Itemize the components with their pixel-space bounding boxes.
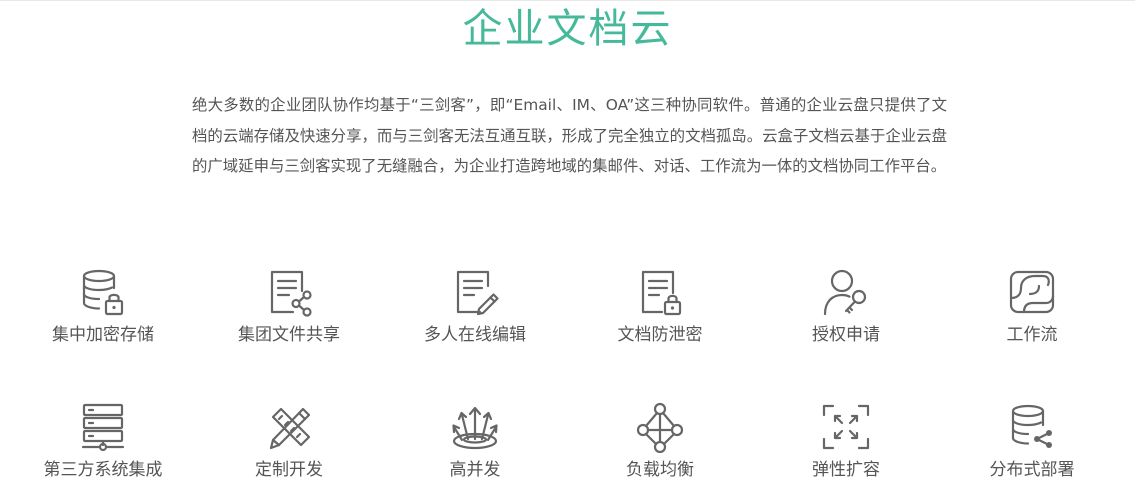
feature-item-file-sharing[interactable]: 集团文件共享 [199, 266, 379, 346]
feature-label: 定制开发 [255, 460, 323, 480]
feature-label: 集中加密存储 [52, 325, 154, 345]
workflow-icon [1006, 266, 1058, 318]
feature-label: 第三方系统集成 [43, 460, 163, 480]
database-lock-icon [77, 266, 129, 318]
load-balance-icon [634, 401, 686, 453]
feature-item-third-party-integration[interactable]: 第三方系统集成 [13, 401, 193, 481]
feature-item-elastic-scaling[interactable]: 弹性扩容 [756, 401, 936, 481]
user-key-icon [820, 266, 872, 318]
feature-label: 多人在线编辑 [424, 325, 526, 345]
feature-item-encrypted-storage[interactable]: 集中加密存储 [13, 266, 193, 346]
feature-label: 授权申请 [812, 325, 880, 345]
document-lock-icon [634, 266, 686, 318]
feature-label: 工作流 [1006, 325, 1058, 345]
feature-label: 集团文件共享 [238, 325, 340, 345]
feature-grid: 集中加密存储 集团文件共享 多人在线编辑 文档防泄密 授权申请 工作流 第三方系… [0, 0, 1135, 496]
feature-item-authorization[interactable]: 授权申请 [756, 266, 936, 346]
feature-item-high-concurrency[interactable]: 高并发 [385, 401, 565, 481]
feature-item-online-editing[interactable]: 多人在线编辑 [385, 266, 565, 346]
feature-label: 分布式部署 [989, 460, 1075, 480]
feature-item-distributed-deployment[interactable]: 分布式部署 [942, 401, 1122, 481]
server-stack-icon [77, 401, 129, 453]
feature-label: 负载均衡 [626, 460, 694, 480]
feature-item-workflow[interactable]: 工作流 [942, 266, 1122, 346]
document-edit-icon [449, 266, 501, 318]
feature-label: 高并发 [449, 460, 501, 480]
feature-item-load-balancing[interactable]: 负载均衡 [570, 401, 750, 481]
feature-label: 文档防泄密 [617, 325, 703, 345]
database-share-icon [1006, 401, 1058, 453]
feature-item-leak-prevention[interactable]: 文档防泄密 [570, 266, 750, 346]
expand-icon [820, 401, 872, 453]
document-share-icon [263, 266, 315, 318]
pencil-ruler-icon [263, 401, 315, 453]
feature-label: 弹性扩容 [812, 460, 880, 480]
feature-item-custom-development[interactable]: 定制开发 [199, 401, 379, 481]
concurrency-arrows-icon [449, 401, 501, 453]
